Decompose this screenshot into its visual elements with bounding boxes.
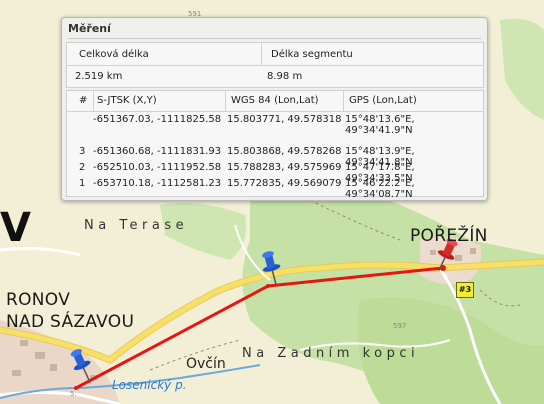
divider: [67, 65, 483, 66]
measurement-panel: Měření Celková délka Délka segmentu 2.51…: [61, 17, 488, 201]
stream-label: Losenický p.: [112, 378, 187, 392]
wgs84-coordinates: 15.772835, 49.569079: [227, 178, 342, 189]
divider: [93, 91, 94, 111]
segment-length-label: Délka segmentu: [271, 49, 353, 60]
total-length-value: 2.519 km: [75, 71, 123, 82]
segment-length-value: 8.98 m: [267, 71, 303, 82]
wgs84-coordinates: 15.803868, 49.578268: [227, 146, 342, 157]
row-number: 3: [79, 146, 86, 157]
divider: [343, 91, 344, 111]
town-label-fragment: V: [0, 205, 31, 251]
village-label: Ovčín: [186, 356, 226, 372]
divider: [261, 43, 262, 65]
locality-label: Na Zadním kopci: [242, 346, 420, 361]
sjtsk-coordinates: -651367.03, -1111825.58: [93, 114, 222, 125]
gps-coordinates: 15°48'13.6"E, 49°34'41.9"N: [345, 114, 415, 136]
column-header-sjtsk[interactable]: S-JTSK (X,Y): [97, 95, 157, 106]
table-row[interactable]: 2 -652510.03, -1111952.58 15.788283, 49.…: [67, 161, 483, 184]
gps-coordinates: 15°46'22.2"E, 49°34'08.7"N: [345, 178, 415, 200]
locality-label: Na Terase: [84, 218, 189, 233]
point-number-badge[interactable]: #3: [456, 282, 474, 298]
wgs84-coordinates: 15.803771, 49.578318: [227, 114, 342, 125]
town-label: RONOV: [6, 290, 71, 310]
measurement-summary: Celková délka Délka segmentu 2.519 km 8.…: [66, 42, 484, 88]
sjtsk-coordinates: -651360.68, -1111831.93: [93, 146, 222, 157]
wgs84-coordinates: 15.788283, 49.575969: [227, 162, 342, 173]
table-row[interactable]: 3 -651360.68, -1111831.93 15.803868, 49.…: [67, 145, 483, 168]
town-label: POŘEŽÍN: [410, 226, 488, 246]
column-header-wgs84[interactable]: WGS 84 (Lon,Lat): [231, 95, 319, 106]
row-number: 2: [79, 162, 86, 173]
elevation-label: 5.: [70, 390, 77, 398]
table-row[interactable]: 1 -653710.18, -1112581.23 15.772835, 49.…: [67, 177, 483, 200]
route-vertex: [266, 284, 270, 288]
elevation-label: 597: [393, 322, 407, 330]
table-header: # S-JTSK (X,Y) WGS 84 (Lon,Lat) GPS (Lon…: [67, 91, 483, 112]
town-label: NAD SÁZAVOU: [6, 312, 135, 332]
sjtsk-coordinates: -652510.03, -1111952.58: [93, 162, 222, 173]
divider: [225, 91, 226, 111]
divider: [68, 38, 481, 39]
total-length-label: Celková délka: [79, 49, 149, 60]
sjtsk-coordinates: -653710.18, -1112581.23: [93, 178, 222, 189]
coordinates-table: # S-JTSK (X,Y) WGS 84 (Lon,Lat) GPS (Lon…: [66, 90, 484, 200]
panel-title: Měření: [68, 22, 111, 35]
column-header-number[interactable]: #: [79, 95, 87, 106]
table-row[interactable]: -651367.03, -1111825.58 15.803771, 49.57…: [67, 113, 483, 136]
column-header-gps[interactable]: GPS (Lon,Lat): [349, 95, 417, 106]
row-number: 1: [79, 178, 86, 189]
